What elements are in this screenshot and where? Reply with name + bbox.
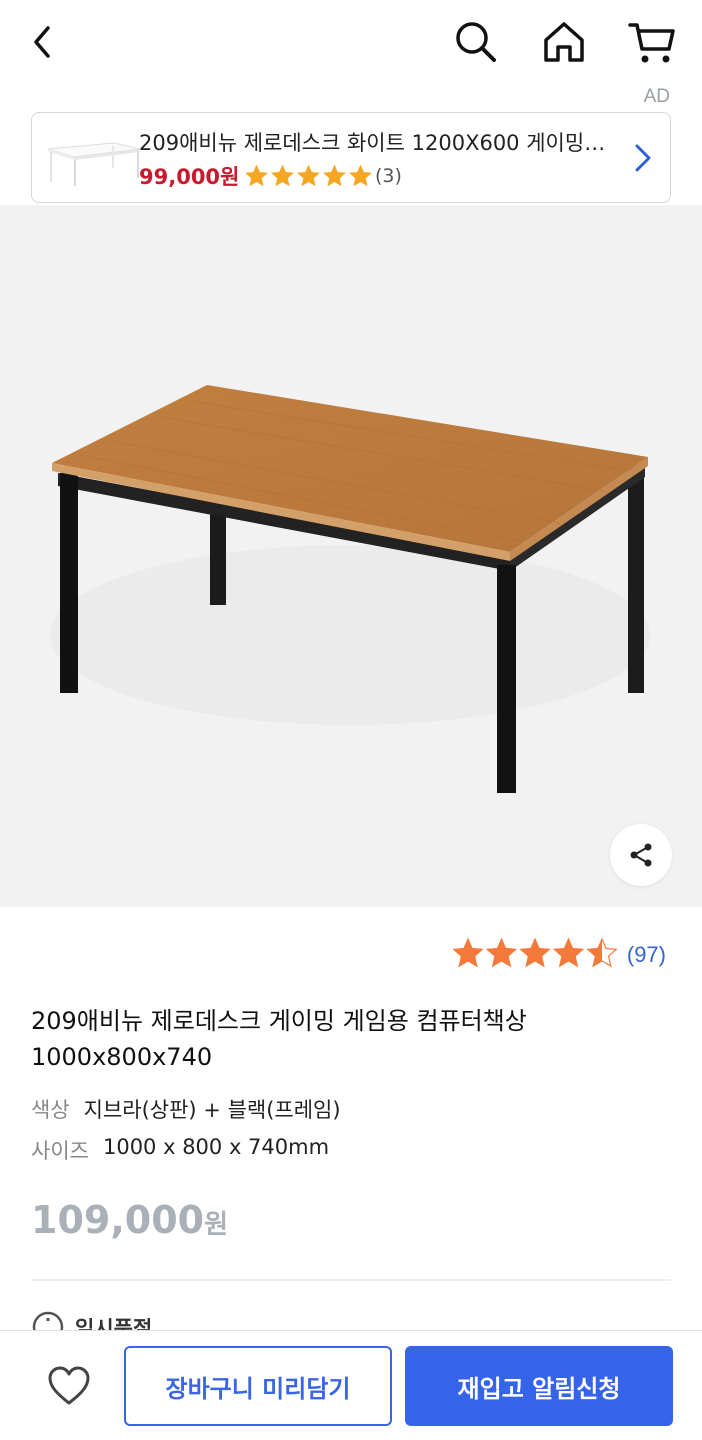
product-star-fill-2	[487, 939, 516, 967]
home-button[interactable]	[536, 14, 592, 70]
cart-button[interactable]	[624, 14, 680, 70]
ad-star-fill-5	[350, 166, 371, 185]
home-icon	[544, 22, 584, 62]
option-size-value: 1000 x 800 x 740mm	[102, 1135, 330, 1159]
add-to-cart-button[interactable]: 장바구니 미리담기	[124, 1346, 392, 1426]
search-button[interactable]	[448, 14, 504, 70]
product-star-fill-1	[453, 939, 483, 967]
bottom-action-bar: 장바구니 미리담기 재입고 알림신청	[0, 1330, 702, 1440]
option-size-label: 사이즈	[31, 1139, 89, 1163]
option-color-value: 지브라(상판) + 블랙(프레임)	[83, 1098, 341, 1122]
wishlist-button[interactable]	[44, 1361, 94, 1411]
price-unit: 원	[204, 1210, 228, 1240]
rating-stars	[452, 938, 618, 968]
ad-banner-card[interactable]: 209애비뉴 제로데스크 화이트 1200X600 게이밍 게임용 컴퓨터책상 …	[31, 112, 671, 203]
share-icon	[630, 843, 652, 867]
ad-label: AD	[643, 86, 670, 107]
price-number: 109,000	[31, 1198, 205, 1242]
cart-icon	[628, 23, 675, 63]
search-icon	[456, 22, 496, 62]
option-color-label: 색상	[31, 1098, 70, 1122]
top-navigation-bar	[0, 0, 702, 86]
product-star-fill-3	[520, 939, 550, 967]
ad-rating: (3)	[246, 165, 402, 187]
desk-illustration	[50, 385, 650, 793]
product-title: 209애비뉴 제로데스크 게이밍 게임용 컴퓨터책상 1000x800x740	[31, 1007, 527, 1071]
option-color: 색상 지브라(상판) + 블랙(프레임)	[31, 1094, 341, 1124]
review-count: (97)	[626, 942, 666, 967]
ad-star-fill-2	[272, 166, 293, 185]
product-rating[interactable]: (97)	[452, 938, 666, 972]
product-image[interactable]	[0, 205, 702, 907]
ad-product-price: 99,000원	[139, 165, 240, 189]
heart-icon	[48, 1366, 90, 1405]
ad-rating-stars	[246, 165, 372, 187]
ad-product-thumbnail	[44, 127, 142, 189]
product-price: 109,000원	[31, 1198, 228, 1242]
ad-review-count: (3)	[375, 165, 402, 187]
ad-product-title: 209애비뉴 제로데스크 화이트 1200X600 게이밍 게임용 컴퓨터책상	[139, 131, 611, 155]
ad-star-fill-4	[324, 166, 345, 185]
back-button[interactable]	[18, 18, 66, 66]
ad-star-fill-1	[246, 166, 267, 185]
option-size: 사이즈 1000 x 800 x 740mm	[31, 1135, 329, 1165]
section-divider	[31, 1279, 671, 1281]
restock-alert-button[interactable]: 재입고 알림신청	[405, 1346, 673, 1426]
share-button[interactable]	[610, 824, 672, 886]
ad-open-button[interactable]	[630, 141, 656, 175]
chevron-left-icon	[34, 26, 50, 58]
product-star-fill-4	[554, 939, 583, 967]
chevron-right-icon	[635, 144, 651, 172]
ad-star-fill-3	[298, 166, 319, 185]
